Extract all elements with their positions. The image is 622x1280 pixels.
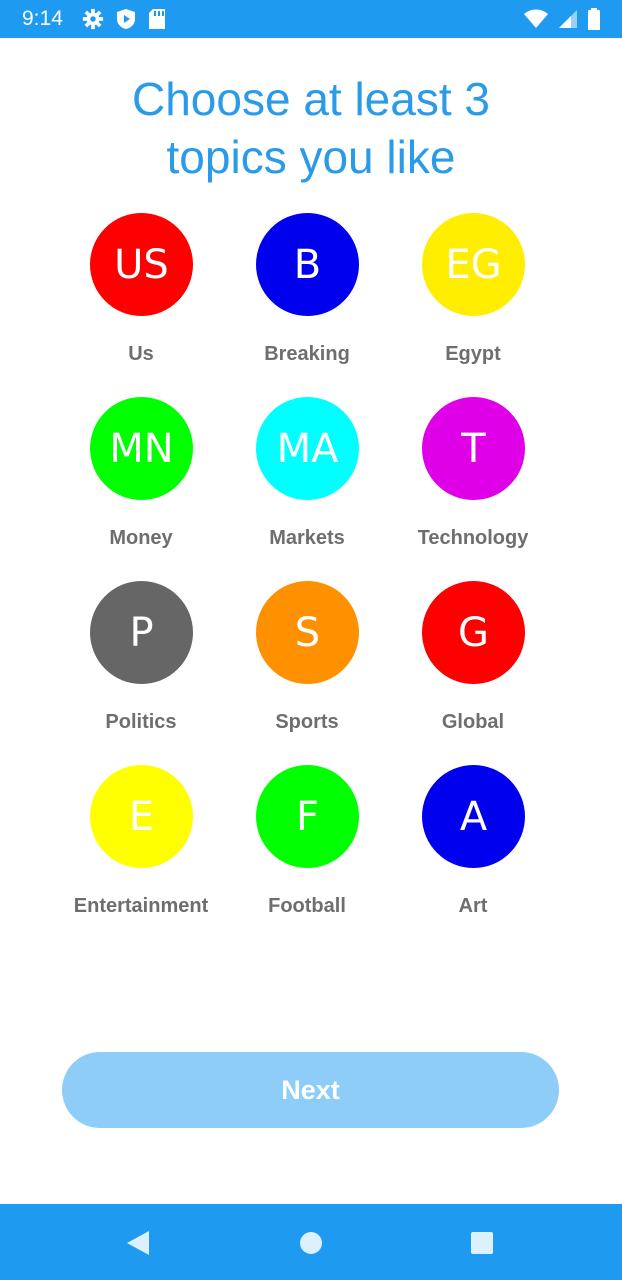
topic-item-sports[interactable]: S Sports [227,581,387,751]
topic-item-money[interactable]: MN Money [61,397,221,567]
topic-item-us[interactable]: US Us [61,213,221,383]
topic-item-egypt[interactable]: EG Egypt [393,213,553,383]
topic-grid: US Us B Breaking EG Egypt MN Money MA Markets T Tec… [0,0,622,912]
topic-avatar: G [422,581,525,684]
topic-avatar: B [256,213,359,316]
topic-item-art[interactable]: A Art [393,765,553,912]
topic-label: Breaking [264,343,350,365]
topic-label: Us [128,343,154,365]
topic-item-entertainment[interactable]: E Entertainment [61,765,221,912]
topic-avatar: EG [422,213,525,316]
topic-item-technology[interactable]: T Technology [393,397,553,567]
topic-label: Global [441,711,505,733]
topic-item-football[interactable]: F Football [227,765,387,912]
topic-label: Egypt [445,343,501,365]
topic-avatar: MA [256,397,359,500]
next-button[interactable]: Next [62,1052,559,1128]
back-triangle-icon[interactable] [124,1229,152,1257]
navigation-bar [0,1204,622,1280]
topic-label: Politics [105,711,177,733]
topic-item-politics[interactable]: P Politics [61,581,221,751]
topic-avatar: A [422,765,525,868]
topic-label: Money [109,527,173,549]
topic-avatar: MN [90,397,193,500]
topic-avatar: P [90,581,193,684]
topic-item-markets[interactable]: MA Markets [227,397,387,567]
topic-label: Technology [417,527,529,549]
topic-avatar: F [256,765,359,868]
topic-avatar: T [422,397,525,500]
topic-item-breaking[interactable]: B Breaking [227,213,387,383]
topic-avatar: S [256,581,359,684]
topic-label: Entertainment [73,895,209,912]
topic-label: Football [268,895,346,912]
recents-square-icon[interactable] [468,1229,496,1257]
topic-avatar: US [90,213,193,316]
topic-item-global[interactable]: G Global [393,581,553,751]
topic-label: Art [458,895,488,912]
topic-label: Sports [275,711,339,733]
topic-avatar: E [90,765,193,868]
home-circle-icon[interactable] [297,1229,325,1257]
topic-label: Markets [269,527,345,549]
